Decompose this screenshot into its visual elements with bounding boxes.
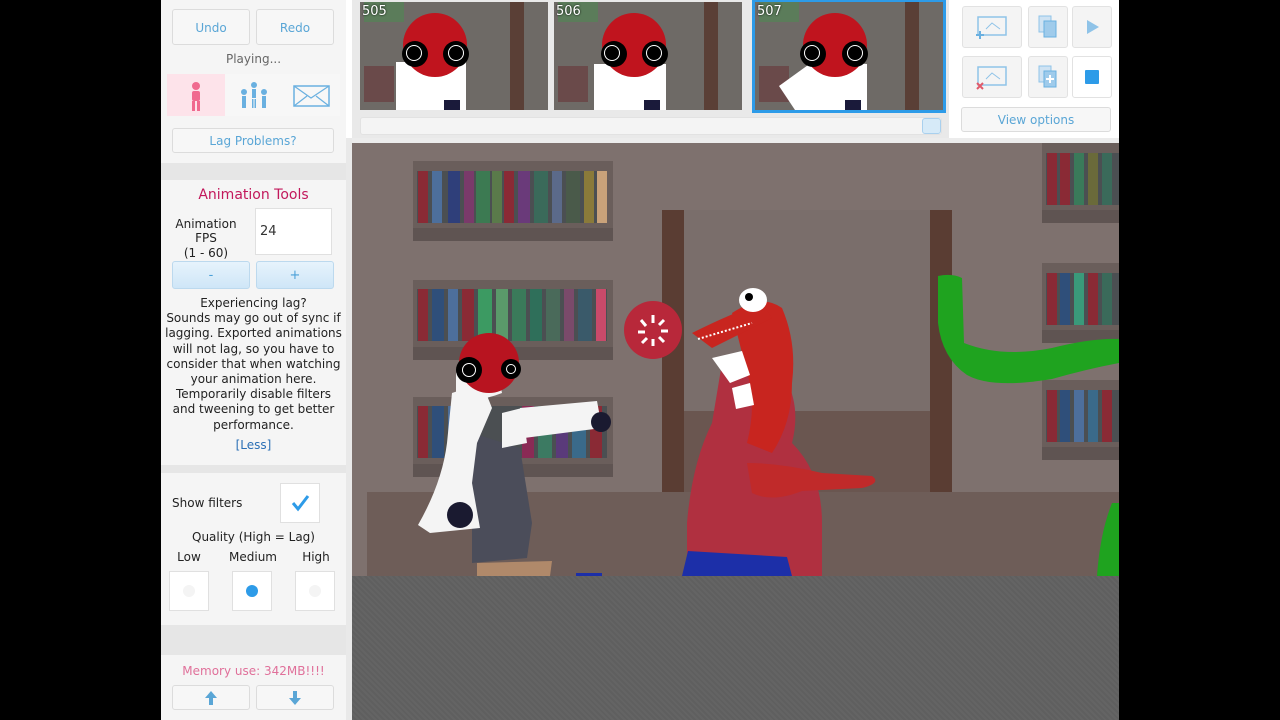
frame-preview xyxy=(755,2,943,110)
playing-status: Playing... xyxy=(225,52,282,66)
divider xyxy=(161,625,346,655)
paste-frame-icon xyxy=(1038,65,1057,88)
left-panel: Undo Redo Playing... Lag Problems? Anima… xyxy=(161,0,346,720)
play-icon xyxy=(1087,20,1099,34)
canvas-margin xyxy=(346,576,1119,720)
redo-button[interactable]: Redo xyxy=(256,9,334,45)
copy-frame-button[interactable] xyxy=(1028,6,1068,48)
person-icon xyxy=(192,82,200,111)
quality-medium-radio[interactable] xyxy=(232,571,272,611)
bookshelf xyxy=(1042,380,1119,460)
frame-number: 507 xyxy=(757,4,782,19)
frame-thumbnail[interactable]: 506 xyxy=(554,2,742,110)
frame-thumbnail[interactable]: 505 xyxy=(360,2,548,110)
memory-use-text: Memory use: 342MB!!!! xyxy=(182,664,325,678)
divider xyxy=(161,163,346,180)
stage-border xyxy=(352,138,1119,143)
group-icon xyxy=(241,82,267,108)
play-button[interactable] xyxy=(1072,6,1112,48)
frame-thumbnail-selected[interactable]: 507 xyxy=(752,0,946,113)
timeline-scrollbar[interactable] xyxy=(360,117,942,135)
delete-frame-button[interactable] xyxy=(962,56,1022,98)
copy-icon xyxy=(1038,15,1057,38)
stage-border xyxy=(346,138,352,720)
scene-mode-button[interactable] xyxy=(283,74,340,116)
less-link[interactable]: [Less] xyxy=(161,438,346,452)
quality-label: Quality (High = Lag) xyxy=(192,530,315,544)
bookshelf xyxy=(413,161,613,241)
quality-high-label: High xyxy=(302,550,330,564)
arrow-down-icon xyxy=(289,691,301,705)
quality-medium-label: Medium xyxy=(229,550,277,564)
animation-stage[interactable] xyxy=(352,143,1119,576)
arrow-up-icon xyxy=(205,691,217,705)
timeline-scroll-thumb[interactable] xyxy=(922,118,941,134)
stop-button[interactable] xyxy=(1072,56,1112,98)
frame-number: 505 xyxy=(362,4,387,19)
frame-preview xyxy=(360,2,548,110)
frame-preview xyxy=(554,2,742,110)
add-frame-button[interactable] xyxy=(962,6,1022,48)
show-filters-label: Show filters xyxy=(172,496,243,510)
move-down-button[interactable] xyxy=(256,685,334,710)
move-up-button[interactable] xyxy=(172,685,250,710)
add-frame-icon xyxy=(976,16,1007,39)
quality-high-radio[interactable] xyxy=(295,571,335,611)
fps-label: Animation FPS (1 - 60) xyxy=(175,217,237,260)
divider xyxy=(161,465,346,473)
fps-input[interactable]: 24 xyxy=(255,208,332,255)
checkmark-icon xyxy=(291,495,310,512)
fps-increase-button[interactable]: + xyxy=(256,261,334,289)
single-figure-mode-button[interactable] xyxy=(167,74,225,116)
quality-low-radio[interactable] xyxy=(169,571,209,611)
bookshelf xyxy=(1042,143,1119,223)
quality-low-label: Low xyxy=(177,550,201,564)
group-mode-button[interactable] xyxy=(225,74,283,116)
lag-info-text: Experiencing lag? Sounds may go out of s… xyxy=(165,296,342,432)
undo-button[interactable]: Undo xyxy=(172,9,250,45)
frame-number: 506 xyxy=(556,4,581,19)
animation-tools-title: Animation Tools xyxy=(198,187,309,203)
delete-frame-icon xyxy=(976,66,1007,90)
view-options-button[interactable]: View options xyxy=(961,107,1111,132)
show-filters-checkbox[interactable] xyxy=(280,483,320,523)
paste-frame-button[interactable] xyxy=(1028,56,1068,98)
lag-problems-button[interactable]: Lag Problems? xyxy=(172,128,334,153)
scene-icon xyxy=(293,85,330,107)
stop-icon xyxy=(1085,70,1099,84)
fps-decrease-button[interactable]: - xyxy=(172,261,250,289)
bookshelf xyxy=(1042,263,1119,343)
stage-scene xyxy=(352,143,1119,576)
